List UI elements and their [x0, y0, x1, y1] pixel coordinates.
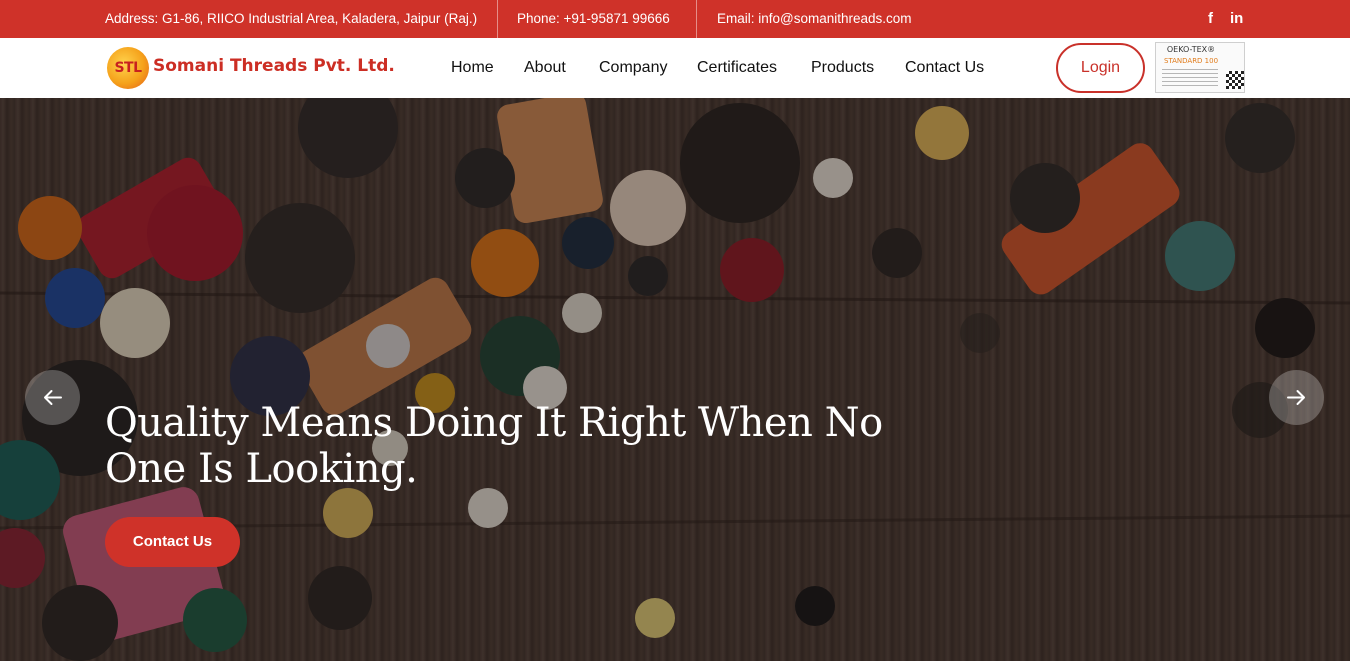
nav-home[interactable]: Home [451, 38, 494, 98]
nav-about[interactable]: About [524, 38, 566, 98]
oeko-tex-certificate-badge[interactable]: OEKO-TEX® STANDARD 100 [1155, 42, 1245, 93]
nav-company[interactable]: Company [599, 38, 667, 98]
linkedin-icon[interactable]: in [1230, 9, 1243, 29]
arrow-left-icon[interactable] [25, 370, 80, 425]
phone-text[interactable]: Phone: +91-95871 99666 [517, 0, 670, 38]
qr-code-icon [1226, 71, 1244, 89]
hero-headline: Quality Means Doing It Right When No One… [105, 400, 883, 492]
divider [497, 0, 498, 38]
nav-contact-us[interactable]: Contact Us [905, 38, 984, 98]
divider [696, 0, 697, 38]
main-navbar: STL Somani Threads Pvt. Ltd. Home About … [0, 38, 1350, 98]
company-logo[interactable]: STL [107, 47, 149, 89]
company-name[interactable]: Somani Threads Pvt. Ltd. [153, 56, 395, 76]
logo-initials: STL [114, 60, 142, 76]
certificate-title: OEKO-TEX® [1166, 45, 1216, 54]
certificate-subtitle: STANDARD 100 [1163, 57, 1219, 65]
facebook-icon[interactable]: f [1208, 9, 1213, 29]
address-text: Address: G1-86, RIICO Industrial Area, K… [105, 11, 478, 26]
hero-dark-overlay [0, 98, 1350, 661]
email-text[interactable]: Email: info@somanithreads.com [717, 0, 912, 38]
certificate-fine-print [1162, 69, 1218, 87]
nav-certificates[interactable]: Certificates [697, 38, 777, 98]
top-contact-bar: Address: G1-86, RIICO Industrial Area, K… [0, 0, 1350, 38]
hero-contact-us-button[interactable]: Contact Us [105, 517, 240, 567]
hero-slider: Quality Means Doing It Right When No One… [0, 98, 1350, 661]
nav-products[interactable]: Products [811, 38, 874, 98]
arrow-right-icon[interactable] [1269, 370, 1324, 425]
login-button[interactable]: Login [1056, 43, 1145, 93]
